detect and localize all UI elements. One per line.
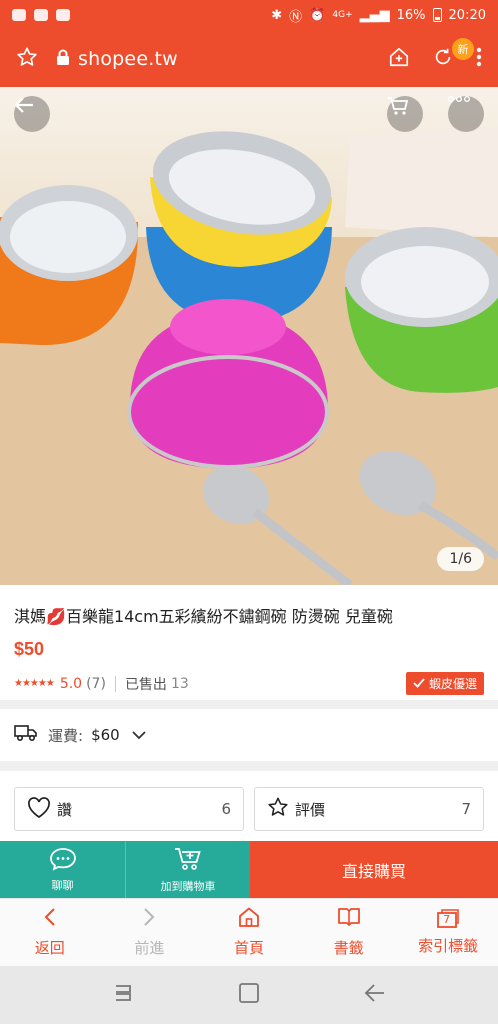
chevron-left-icon [44,907,56,931]
more-options-button[interactable] [448,96,484,132]
browser-bar: shopee.tw 新 [0,30,498,87]
bookmark-icon [337,907,361,931]
shopping-bag-icon [56,9,70,21]
rating-value: 5.0 [59,675,83,692]
product-info: 淇媽💋百樂龍14cm五彩繽紛不鏽鋼碗 防燙碗 兒童碗 $50 ★★★★★ 5.0… [0,585,498,700]
like-label: 讚 [57,800,73,819]
home-square-icon[interactable] [238,982,260,1008]
chat-label: 聊聊 [51,878,74,892]
back-button[interactable] [14,96,50,132]
bowls-photo [0,127,498,585]
url-text: shopee.tw [78,47,178,70]
nav-tabs-label: 索引標籤 [418,937,479,955]
more-menu-icon[interactable] [476,46,482,72]
review-count: 7 [461,800,471,818]
product-image[interactable]: 1/6 [0,87,498,585]
chevron-right-icon [143,907,155,931]
lock-icon [56,49,70,69]
reload-icon[interactable] [432,46,454,72]
preferred-badge: 蝦皮優選 [405,672,484,695]
title-main: 百樂龍14cm五彩繽紛不鏽鋼碗 防燙碗 兒童碗 [65,607,393,626]
buy-bar: 聊聊 加到購物車 直接購買 [0,841,498,898]
like-count: 6 [221,800,231,818]
nav-forward-label: 前進 [134,939,165,957]
gallery-icon [34,9,48,21]
buy-now-button[interactable]: 直接購買 [250,841,498,898]
system-back-icon[interactable] [364,983,386,1007]
review-button[interactable]: 評價 7 [254,787,484,831]
shipping-label: 運費: [48,726,84,745]
nav-back[interactable]: 返回 [0,899,100,966]
product-price: $50 [14,639,45,659]
truck-icon [14,724,38,746]
image-counter: 1/6 [437,547,484,571]
add-to-cart-button[interactable]: 加到購物車 [125,841,250,898]
nav-forward[interactable]: 前進 [100,899,200,966]
battery-icon [432,8,442,22]
rating-count: (7) [86,675,106,692]
cart-button[interactable] [387,96,423,132]
nav-home-label: 首頁 [233,939,264,957]
line-app-icon [12,9,26,21]
network-type: 4G+ [332,10,353,20]
nav-bookmarks[interactable]: 書籤 [299,899,399,966]
add-to-cart-label: 加到購物車 [160,879,216,893]
nfc-icon: Ⓝ [289,9,303,25]
tabs-icon: 7 [436,909,460,929]
chevron-down-icon [132,726,146,744]
tab-count: 7 [443,913,451,926]
add-to-home-icon[interactable] [388,46,410,72]
nav-bookmarks-label: 書籤 [333,939,364,957]
add-cart-icon [174,846,202,875]
new-badge: 新 [452,38,474,60]
like-button[interactable]: 讚 6 [14,787,244,831]
lips-icon: 💋 [46,607,66,626]
status-bar: ✱ Ⓝ ⏰ 4G+ ▂▄▆ 16% 20:20 [0,0,498,30]
nav-back-label: 返回 [34,939,65,957]
chat-icon [49,847,77,874]
star-rating-icon: ★★★★★ [14,678,55,689]
bluetooth-icon: ✱ [271,7,283,23]
url-field[interactable]: shopee.tw [56,48,178,70]
title-prefix: 淇媽 [14,607,47,626]
product-title: 淇媽💋百樂龍14cm五彩繽紛不鏽鋼碗 防燙碗 兒童碗 [14,603,484,627]
preferred-label: 蝦皮優選 [428,677,477,691]
notification-icons [12,9,70,21]
shipping-row[interactable]: 運費: $60 [0,709,498,761]
alarm-icon: ⏰ [309,7,326,23]
home-icon [238,907,260,931]
browser-nav: 返回 前進 首頁 書籤 7 索引標籤 [0,898,498,966]
star-icon[interactable] [16,46,38,72]
clock: 20:20 [448,7,486,23]
check-icon [413,677,425,691]
star-outline-icon [267,796,289,822]
nav-home[interactable]: 首頁 [199,899,299,966]
battery-percent: 16% [396,7,426,23]
system-nav-bar [0,966,498,1024]
shipping-value: $60 [91,726,120,744]
chat-button[interactable]: 聊聊 [0,841,125,898]
nav-tabs[interactable]: 7 索引標籤 [398,899,498,966]
signal-icon: ▂▄▆ [359,7,390,23]
review-label: 評價 [295,800,326,819]
heart-icon [27,796,51,822]
recent-apps-icon[interactable] [112,983,134,1007]
actions-area: 讚 6 評價 7 [0,771,498,841]
divider [114,675,116,692]
sold-count: 13 [170,675,189,692]
sold-label: 已售出 [124,676,167,693]
rating-row: ★★★★★ 5.0 (7) 已售出 13 蝦皮優選 [14,672,484,695]
